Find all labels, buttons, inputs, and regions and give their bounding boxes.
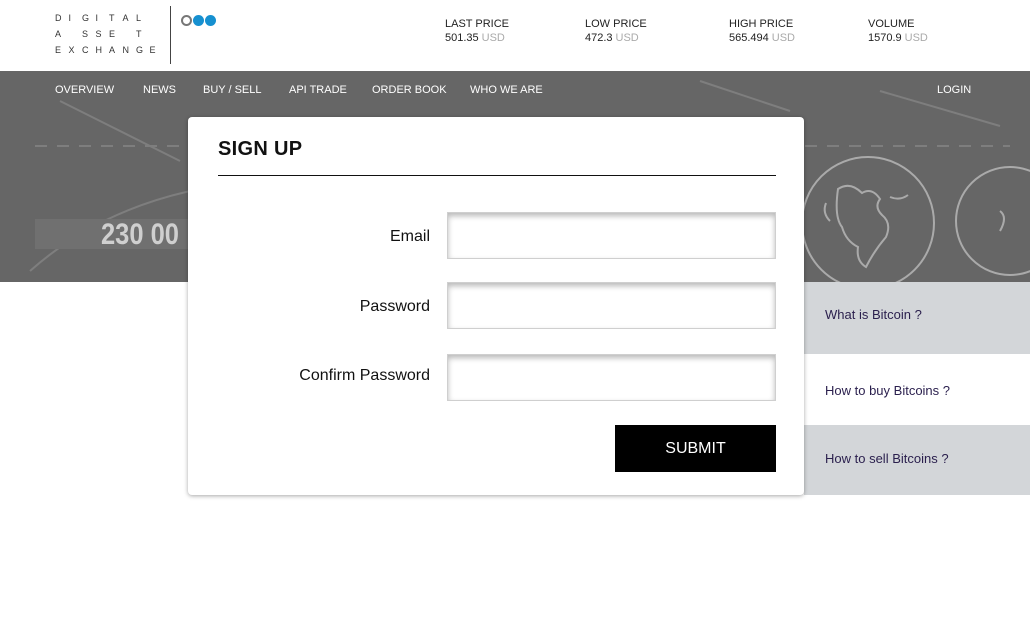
globe-icon (801, 156, 935, 282)
ticker-unit: USD (615, 32, 639, 44)
ticker-high-price: HIGH PRICE 565.494 USD (729, 17, 795, 45)
signup-modal: SIGN UP Email Password Confirm Password … (188, 117, 804, 495)
faq-link-how-to-sell[interactable]: How to sell Bitcoins ? (804, 425, 1030, 495)
nav-item-overview[interactable]: OVERVIEW (55, 84, 114, 96)
digital-asset-exchange-logo[interactable]: DIGITAL ASSET EXCHANGE (55, 10, 175, 62)
login-link[interactable]: LOGIN (937, 84, 971, 96)
nav-item-who-we-are[interactable]: WHO WE ARE (470, 84, 543, 96)
logo-dot-blue (205, 15, 216, 26)
main-nav: OVERVIEW NEWS BUY / SELL API TRADE ORDER… (0, 84, 1030, 102)
submit-button[interactable]: SUBMIT (615, 425, 776, 472)
nav-item-news[interactable]: NEWS (143, 84, 176, 96)
ticker-unit: USD (481, 32, 505, 44)
ticker-label: LOW PRICE (585, 18, 647, 30)
logo-line-digital: DIGITAL (55, 13, 142, 23)
ticker-volume: VOLUME 1570.9 USD (868, 17, 928, 45)
ticker-last-price: LAST PRICE 501.35 USD (445, 17, 509, 45)
faq-link-what-is-bitcoin[interactable]: What is Bitcoin ? (804, 282, 1030, 354)
ticker-label: LAST PRICE (445, 18, 509, 30)
site-header: DIGITAL ASSET EXCHANGE LAST PRICE 501.35… (0, 0, 1030, 71)
ticker-unit: USD (771, 32, 795, 44)
logo-line-asset: ASSET (55, 29, 142, 39)
ticker-unit: USD (904, 32, 928, 44)
ticker-value: 565.494 (729, 32, 769, 44)
nav-item-order-book[interactable]: ORDER BOOK (372, 84, 447, 96)
email-field[interactable] (447, 212, 776, 259)
ticker-low-price: LOW PRICE 472.3 USD (585, 17, 647, 45)
logo-dot-blue (193, 15, 204, 26)
ticker-value: 501.35 (445, 32, 479, 44)
ticker-label: VOLUME (868, 18, 915, 30)
ticker-value: 472.3 (585, 32, 613, 44)
logo-dots-icon (181, 15, 216, 27)
signup-title: SIGN UP (218, 138, 303, 160)
password-field[interactable] (447, 282, 776, 329)
nav-item-api-trade[interactable]: API TRADE (289, 84, 347, 96)
title-divider (218, 175, 776, 176)
logo-dot-outline (181, 15, 192, 26)
logo-divider (170, 6, 171, 64)
password-label: Password (359, 298, 430, 315)
confirm-password-label: Confirm Password (299, 367, 430, 384)
ticker-label: HIGH PRICE (729, 18, 794, 30)
faq-link-how-to-buy[interactable]: How to buy Bitcoins ? (804, 354, 1030, 425)
hero-stat-number: 230 00 (101, 218, 180, 251)
ticker-value: 1570.9 (868, 32, 902, 44)
email-label: Email (389, 228, 430, 245)
confirm-password-field[interactable] (447, 354, 776, 401)
nav-item-buy-sell[interactable]: BUY / SELL (203, 84, 262, 96)
logo-line-exchange: EXCHANGE (55, 45, 156, 55)
